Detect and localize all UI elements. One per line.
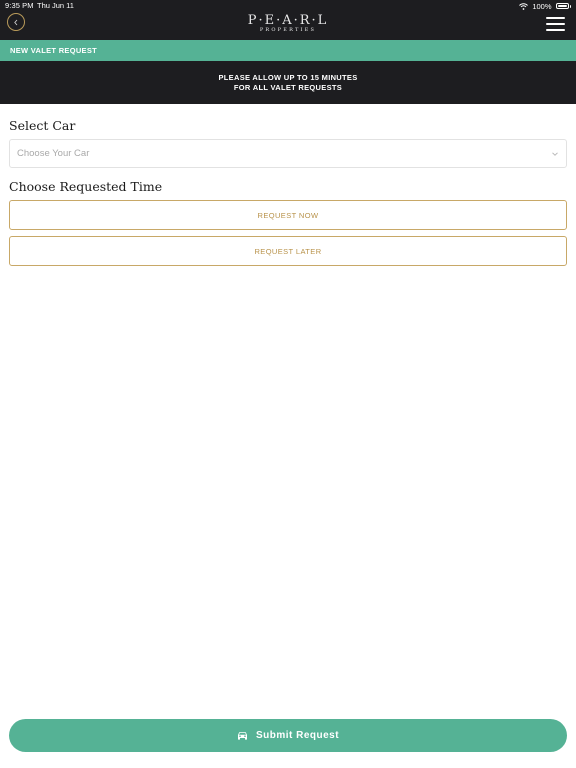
submit-request-button[interactable]: Submit Request	[9, 719, 567, 752]
car-icon	[237, 732, 247, 740]
menu-line	[546, 23, 565, 25]
logo-main-text: P·E·A·R·L	[247, 13, 329, 28]
valet-request-screen: 9:35 PM Thu Jun 11 100% P·E·A·R·L PROPER…	[0, 0, 576, 768]
request-later-label: REQUEST LATER	[254, 246, 322, 256]
section-title: NEW VALET REQUEST	[10, 46, 98, 55]
app-header: 9:35 PM Thu Jun 11 100% P·E·A·R·L PROPER…	[0, 0, 576, 40]
status-indicators: 100%	[519, 1, 571, 11]
menu-line	[546, 29, 565, 31]
chevron-down-icon	[552, 152, 558, 156]
car-select[interactable]: Choose Your Car	[9, 139, 567, 168]
valet-notice: PLEASE ALLOW UP TO 15 MINUTES FOR ALL VA…	[0, 61, 576, 104]
notice-line-2: FOR ALL VALET REQUESTS	[233, 82, 343, 92]
request-now-label: REQUEST NOW	[257, 210, 319, 220]
logo-sub-text: PROPERTIES	[259, 27, 317, 33]
notice-line-1: PLEASE ALLOW UP TO 15 MINUTES	[218, 73, 358, 82]
battery-tip	[569, 4, 571, 8]
menu-line	[546, 17, 565, 19]
back-button[interactable]	[7, 13, 25, 31]
submit-request-label: Submit Request	[255, 730, 340, 741]
request-later-button[interactable]: REQUEST LATER	[9, 236, 567, 266]
request-now-button[interactable]: REQUEST NOW	[9, 200, 567, 230]
section-title-bar: NEW VALET REQUEST	[0, 40, 576, 61]
battery-percent: 100%	[532, 1, 552, 11]
car-select-placeholder: Choose Your Car	[17, 148, 90, 159]
status-date: Thu Jun 11	[37, 1, 74, 10]
requested-time-label: Choose Requested Time	[9, 179, 163, 194]
chevron-left-icon	[14, 19, 18, 25]
hamburger-menu-icon[interactable]	[546, 17, 565, 33]
battery-icon	[555, 3, 569, 9]
status-time: 9:35 PM	[5, 1, 34, 10]
wifi-icon	[519, 2, 529, 10]
pearl-properties-logo: P·E·A·R·L PROPERTIES	[238, 14, 338, 34]
select-car-label: Select Car	[9, 118, 76, 133]
